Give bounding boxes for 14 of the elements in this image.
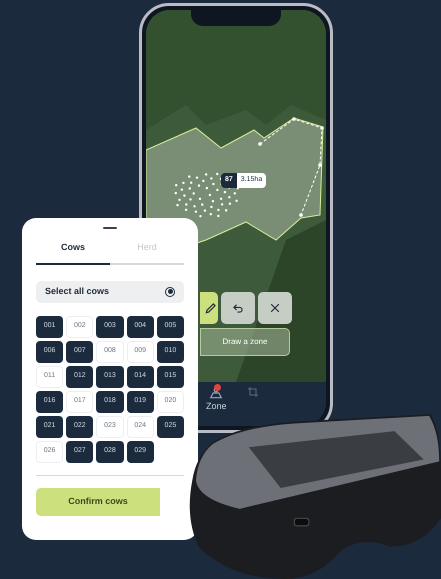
nav-label[interactable]: Zone: [206, 400, 227, 414]
tab[interactable]: Cows: [36, 241, 110, 264]
crop-icon[interactable]: [246, 386, 259, 398]
select-all-row[interactable]: Select all cows: [36, 280, 184, 302]
tool-button[interactable]: [221, 292, 255, 324]
draw-zone-button[interactable]: Draw a zone: [200, 328, 290, 356]
close-icon: [268, 301, 282, 315]
tool-button[interactable]: [258, 292, 292, 324]
select-all-label: Select all cows: [45, 284, 110, 298]
drag-handle: [103, 227, 117, 229]
radio-button[interactable]: [165, 286, 175, 296]
confirm-button[interactable]: Confirm cows: [36, 488, 160, 516]
pencil-icon: [204, 301, 218, 315]
tool-button[interactable]: [200, 292, 218, 324]
